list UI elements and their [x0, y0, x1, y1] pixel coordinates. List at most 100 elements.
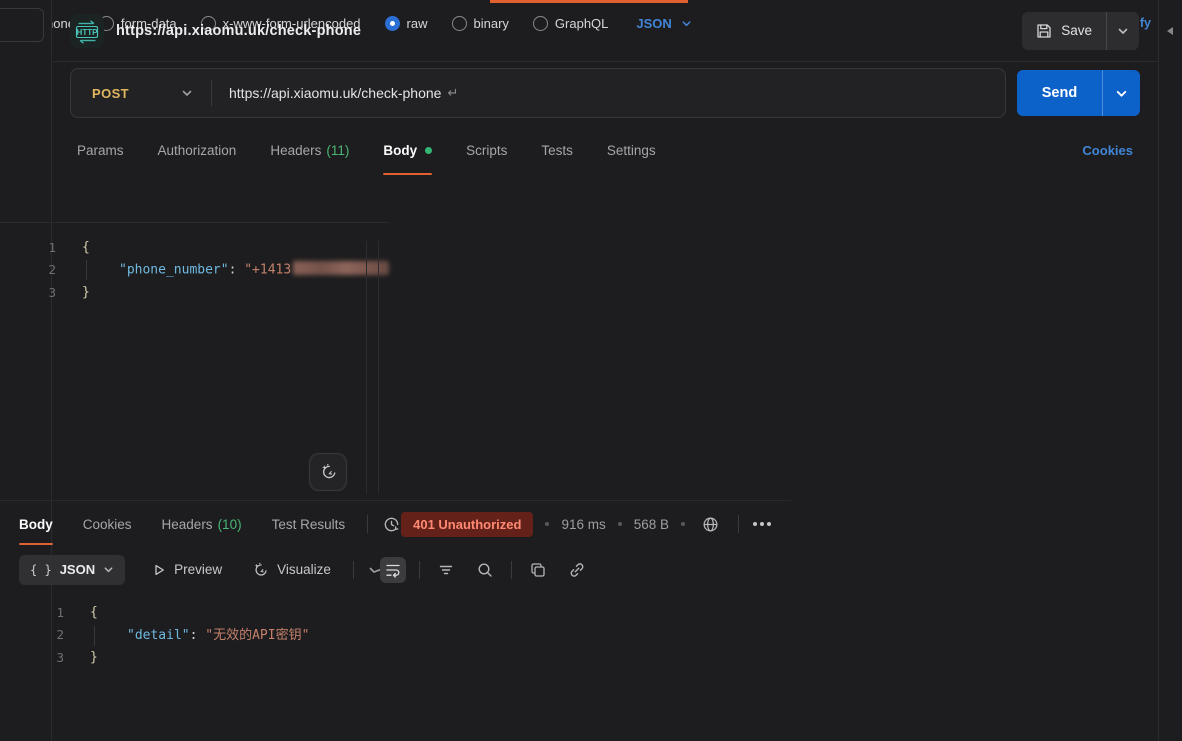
save-button[interactable]: Save [1022, 12, 1106, 50]
preview-button[interactable]: Preview [152, 562, 222, 577]
cookies-link[interactable]: Cookies [1082, 143, 1133, 158]
response-history-button[interactable] [382, 515, 401, 534]
http-request-icon: HTTP [70, 14, 104, 48]
indent-guide [86, 260, 119, 280]
divider [419, 561, 420, 579]
headers-count-badge: (11) [326, 143, 349, 158]
network-info-button[interactable] [697, 511, 724, 538]
tab-scripts[interactable]: Scripts [466, 124, 507, 176]
format-label: JSON [60, 562, 95, 577]
api-client-app: HTTP https://api.xiaomu.uk/check-phone S… [0, 0, 1182, 741]
chevron-down-icon [368, 564, 380, 576]
collapse-panel-caret-icon[interactable] [1167, 27, 1173, 35]
line-number: 2 [0, 262, 56, 277]
sidebar-collapsed-tab[interactable] [0, 8, 44, 42]
request-title-bar: HTTP https://api.xiaomu.uk/check-phone S… [53, 0, 1158, 62]
response-tab-body[interactable]: Body [19, 501, 53, 547]
line-number: 3 [0, 650, 64, 665]
tab-params[interactable]: Params [77, 124, 124, 176]
tab-headers[interactable]: Headers(11) [270, 124, 349, 176]
url-input[interactable]: https://api.xiaomu.uk/check-phone [229, 85, 441, 101]
line-number: 2 [0, 627, 64, 642]
tab-settings[interactable]: Settings [607, 124, 656, 176]
copy-button[interactable] [525, 557, 551, 583]
request-tabs: Params Authorization Headers(11) Body Sc… [53, 124, 1158, 176]
response-size: 568 B [634, 517, 669, 532]
copy-icon [529, 561, 547, 579]
active-tab-underline [19, 543, 53, 545]
request-url-row: POST https://api.xiaomu.uk/check-phone ↵… [53, 62, 1158, 124]
link-icon [568, 561, 586, 579]
more-options-icon[interactable] [751, 520, 773, 528]
line-number: 1 [0, 605, 64, 620]
filter-icon [437, 561, 455, 579]
code-line: 3 } [0, 281, 389, 304]
link-button[interactable] [564, 557, 590, 583]
filter-button[interactable] [433, 557, 459, 583]
save-icon [1036, 23, 1052, 39]
search-button[interactable] [472, 557, 498, 583]
code-line: 2 "detail": "无效的API密钥" [0, 624, 309, 647]
save-button-label: Save [1061, 23, 1092, 38]
svg-text:HTTP: HTTP [77, 28, 99, 37]
request-body-editor[interactable]: 1 { 2 "phone_number": "+1413 3 } [0, 222, 389, 500]
tab-authorization[interactable]: Authorization [158, 124, 237, 176]
sparkle-visualize-icon [251, 561, 269, 579]
body-modified-dot [425, 147, 432, 154]
response-tab-cookies[interactable]: Cookies [83, 501, 132, 547]
response-status-cluster: 401 Unauthorized 916 ms 568 B [401, 511, 773, 538]
active-tab-underline [383, 173, 432, 175]
save-button-group: Save [1022, 12, 1139, 50]
active-window-tab-indicator [490, 0, 688, 3]
method-label: POST [92, 86, 129, 101]
chevron-down-icon [103, 564, 114, 575]
chevron-down-icon [1115, 87, 1128, 100]
braces-icon: { } [30, 563, 52, 577]
sparkle-assistant-icon [318, 462, 338, 482]
response-header: Body Cookies Headers(10) Test Results 40… [0, 500, 791, 547]
divider [211, 80, 212, 106]
dot-separator [681, 522, 685, 526]
response-tools [380, 557, 590, 583]
dot-separator [618, 522, 622, 526]
save-options-button[interactable] [1106, 12, 1139, 50]
return-key-hint: ↵ [447, 85, 458, 101]
tab-tests[interactable]: Tests [541, 124, 573, 176]
response-body-viewer[interactable]: 1 { 2 "detail": "无效的API密钥" 3 } [0, 592, 309, 741]
response-tab-test-results[interactable]: Test Results [272, 501, 346, 547]
send-button-group: Send [1017, 70, 1140, 116]
line-number: 1 [0, 240, 56, 255]
chevron-down-icon [181, 87, 193, 99]
indent-guide [94, 626, 127, 646]
method-selector[interactable]: POST [71, 86, 211, 101]
response-headers-count-badge: (10) [218, 517, 242, 532]
send-options-button[interactable] [1102, 70, 1140, 116]
response-format-selector[interactable]: { } JSON [19, 555, 125, 585]
tab-body[interactable]: Body [383, 124, 432, 176]
search-icon [476, 561, 494, 579]
status-badge: 401 Unauthorized [401, 512, 533, 537]
response-tab-headers[interactable]: Headers(10) [162, 501, 242, 547]
history-clock-icon [382, 515, 401, 534]
postbot-assistant-button[interactable] [309, 453, 347, 491]
visualize-button[interactable]: Visualize [251, 561, 331, 579]
request-title: https://api.xiaomu.uk/check-phone [116, 23, 361, 39]
more-views-button[interactable] [368, 564, 380, 576]
code-line: 2 "phone_number": "+1413 [0, 259, 389, 282]
right-sidebar-rail [1158, 0, 1182, 741]
divider [367, 515, 368, 533]
response-time: 916 ms [561, 517, 605, 532]
code-line: 1 { [0, 236, 389, 259]
url-input-box: POST https://api.xiaomu.uk/check-phone ↵ [70, 68, 1006, 118]
divider [511, 561, 512, 579]
divider [738, 515, 739, 533]
dot-separator [545, 522, 549, 526]
redacted-value-blur [293, 261, 389, 275]
play-icon [152, 563, 166, 577]
chevron-down-icon [1117, 25, 1129, 37]
send-button[interactable]: Send [1017, 70, 1102, 116]
wrap-text-button[interactable] [380, 557, 406, 583]
globe-icon [701, 515, 720, 534]
code-line: 1 { [0, 601, 309, 624]
line-number: 3 [0, 285, 56, 300]
